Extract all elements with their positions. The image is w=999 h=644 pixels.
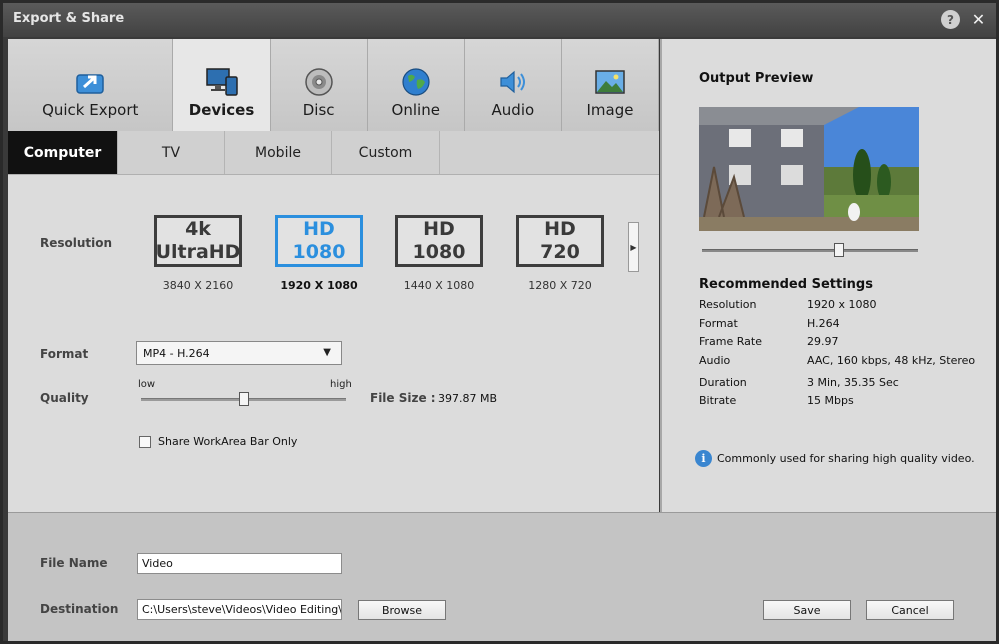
resolution-line1: HD <box>423 218 455 240</box>
browse-button[interactable]: Browse <box>358 600 446 620</box>
devices-icon <box>205 68 238 96</box>
subtab-custom[interactable]: Custom <box>332 131 440 174</box>
tab-label: Devices <box>188 101 255 119</box>
file-size-label: File Size : <box>370 391 436 405</box>
setting-value: 1920 x 1080 <box>807 298 877 311</box>
quality-label: Quality <box>40 391 89 405</box>
resolution-line2: UltraHD <box>155 241 241 263</box>
subtab-tv[interactable]: TV <box>118 131 225 174</box>
setting-value: 29.97 <box>807 335 839 348</box>
resolution-option-4k[interactable]: 4k UltraHD <box>154 215 242 267</box>
format-value: MP4 - H.264 <box>143 347 210 360</box>
resolution-line2: 1080 <box>412 241 466 263</box>
tab-label: Audio <box>491 101 535 119</box>
tab-devices[interactable]: Devices <box>173 39 271 131</box>
disc-icon <box>304 68 333 96</box>
resolution-size: 1440 X 1080 <box>403 279 475 292</box>
info-icon: i <box>695 450 712 467</box>
globe-icon <box>402 68 430 96</box>
preview-thumbnail <box>699 107 919 231</box>
image-icon <box>595 70 625 94</box>
tab-label: Quick Export <box>42 101 139 119</box>
setting-key: Frame Rate <box>699 335 762 348</box>
cancel-button[interactable]: Cancel <box>866 600 954 620</box>
subtab-computer[interactable]: Computer <box>8 131 118 174</box>
subtab-mobile[interactable]: Mobile <box>225 131 332 174</box>
tab-image[interactable]: Image <box>561 39 660 131</box>
quality-slider-thumb[interactable] <box>238 392 249 406</box>
resolution-line2: 1080 <box>292 241 346 263</box>
main-panel: Quick Export Devices Disc Online Audio I… <box>8 39 660 512</box>
tab-audio[interactable]: Audio <box>464 39 562 131</box>
format-dropdown[interactable]: MP4 - H.264 ▼ <box>136 341 342 365</box>
preview-scrubber-thumb[interactable] <box>834 243 844 257</box>
bottom-bar: File Name Video Destination C:\Users\ste… <box>8 512 996 641</box>
share-workarea-checkbox[interactable] <box>139 436 151 448</box>
resolution-line1: HD <box>544 218 576 240</box>
tab-label: Image <box>586 101 634 119</box>
quality-low-label: low <box>138 379 156 390</box>
save-button[interactable]: Save <box>763 600 851 620</box>
window-title: Export & Share <box>13 11 125 26</box>
resolution-option-hd1080-1440[interactable]: HD 1080 <box>395 215 483 267</box>
tab-disc[interactable]: Disc <box>270 39 368 131</box>
file-name-label: File Name <box>40 556 108 570</box>
file-name-input[interactable]: Video <box>137 553 342 574</box>
speaker-icon <box>500 70 525 94</box>
resolution-option-hd1080[interactable]: HD 1080 <box>275 215 363 267</box>
setting-key: Audio <box>699 354 731 367</box>
file-size-value: 397.87 MB <box>438 392 498 405</box>
export-share-dialog: Export & Share ? ✕ Quick Export Devices <box>0 0 999 644</box>
chevron-right-icon: ▶ <box>630 242 637 252</box>
tab-online[interactable]: Online <box>367 39 465 131</box>
recommendation-note: Commonly used for sharing high quality v… <box>717 452 975 465</box>
setting-value: 3 Min, 35.35 Sec <box>807 376 899 389</box>
setting-value: 15 Mbps <box>807 394 854 407</box>
resolution-label: Resolution <box>40 236 113 250</box>
resolution-size: 1920 X 1080 <box>280 279 358 292</box>
sub-tabs: Computer TV Mobile Custom <box>8 131 659 175</box>
tab-label: Online <box>391 101 440 119</box>
resolution-line1: HD <box>303 218 335 240</box>
resolution-size: 3840 X 2160 <box>162 279 234 292</box>
resolution-option-hd720[interactable]: HD 720 <box>516 215 604 267</box>
output-preview-title: Output Preview <box>699 71 814 86</box>
destination-input[interactable]: C:\Users\steve\Videos\Video Editing\20 <box>137 599 342 620</box>
setting-value: H.264 <box>807 317 840 330</box>
recommended-settings-title: Recommended Settings <box>699 277 873 292</box>
quick-export-icon <box>76 74 104 94</box>
share-workarea-label: Share WorkArea Bar Only <box>158 435 298 448</box>
resolution-size: 1280 X 720 <box>528 279 592 292</box>
close-icon[interactable]: ✕ <box>969 10 988 29</box>
preview-scrubber-track[interactable] <box>702 249 918 252</box>
category-tabs: Quick Export Devices Disc Online Audio I… <box>8 39 660 131</box>
resolution-line1: 4k <box>185 218 211 240</box>
tab-quick-export[interactable]: Quick Export <box>8 39 174 131</box>
resolution-line2: 720 <box>540 241 580 263</box>
setting-key: Bitrate <box>699 394 737 407</box>
setting-key: Format <box>699 317 738 330</box>
help-icon[interactable]: ? <box>941 10 960 29</box>
quality-high-label: high <box>330 379 352 390</box>
resolution-next-button[interactable]: ▶ <box>628 222 639 272</box>
destination-label: Destination <box>40 602 119 616</box>
setting-key: Duration <box>699 376 747 389</box>
output-preview-panel: Output Preview Recommended Settings Reso… <box>660 39 996 512</box>
title-bar: Export & Share ? ✕ <box>3 3 996 37</box>
setting-value: AAC, 160 kbps, 48 kHz, Stereo <box>807 354 976 367</box>
chevron-down-icon: ▼ <box>323 347 331 358</box>
format-label: Format <box>40 347 89 361</box>
setting-key: Resolution <box>699 298 757 311</box>
tab-label: Disc <box>302 101 335 119</box>
